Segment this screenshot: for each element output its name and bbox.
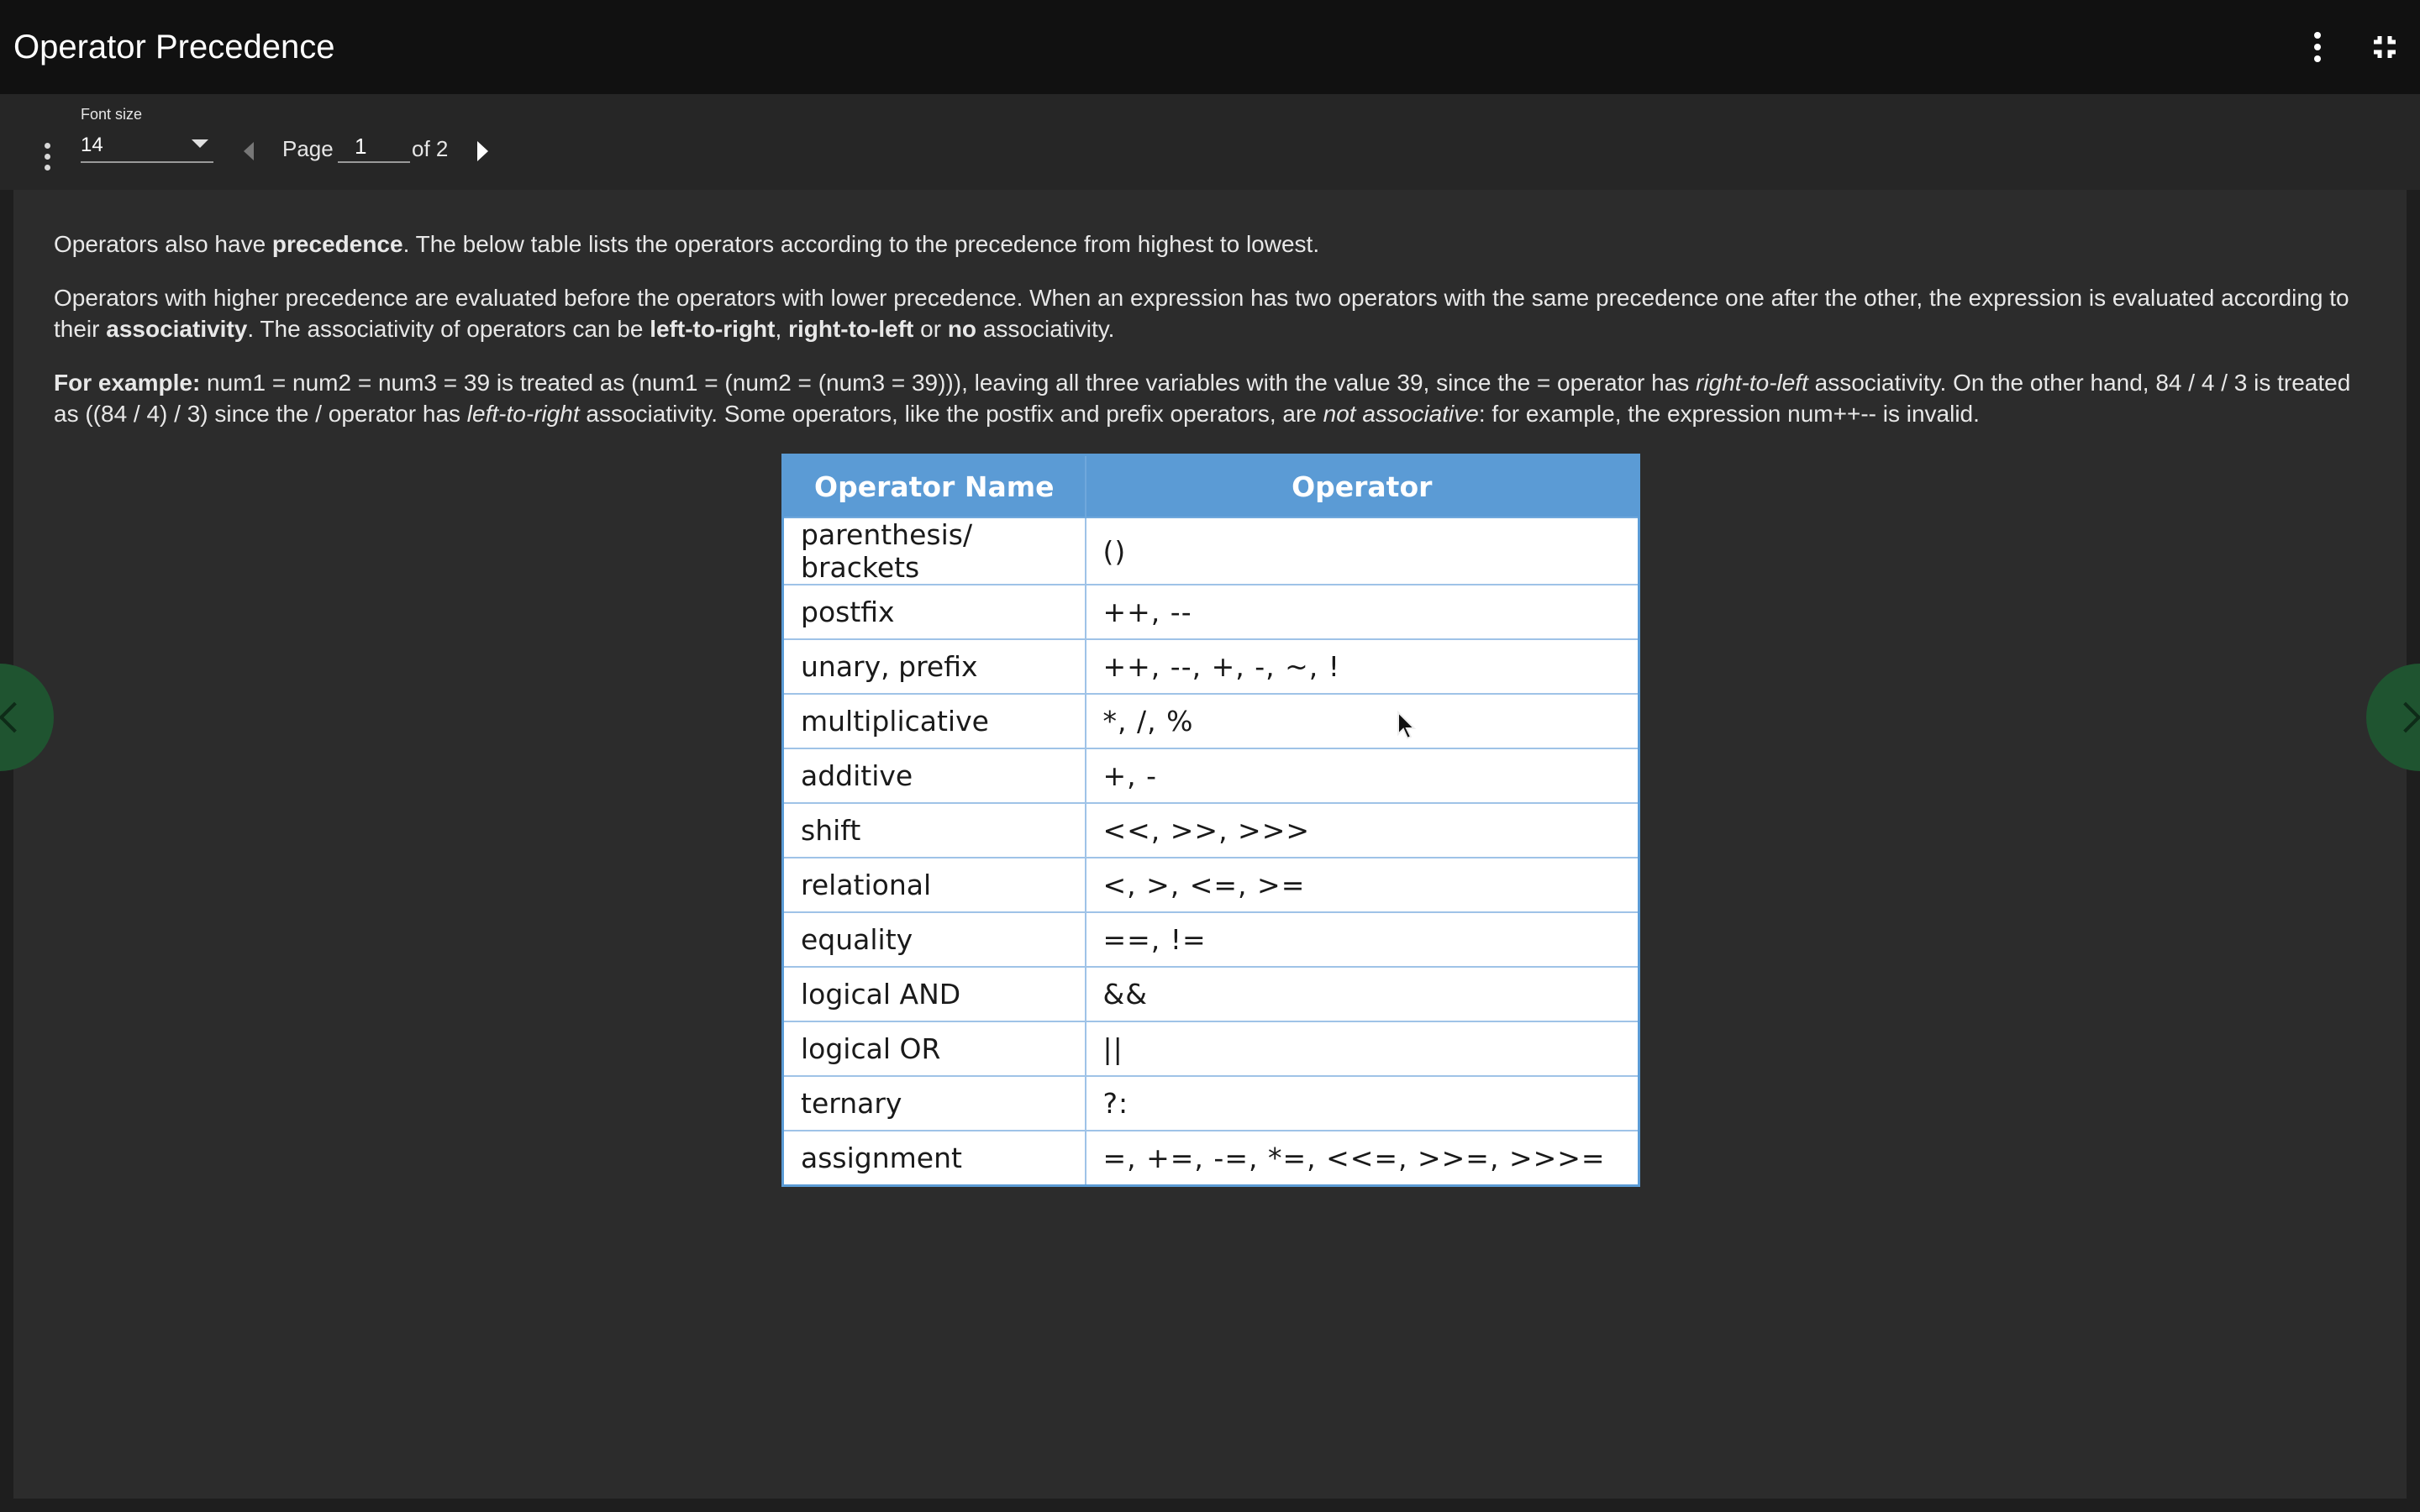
table-row: ternary?: — [781, 1075, 1640, 1131]
table-row: logical AND && — [781, 966, 1640, 1022]
operator-name-cell: logical AND — [781, 966, 1086, 1022]
operator-cell: && — [1084, 966, 1640, 1022]
text-span: or — [913, 316, 948, 342]
page-title: Operator Precedence — [13, 28, 335, 66]
table-row: parenthesis/ brackets() — [781, 517, 1640, 585]
table-row: assignment =, +=, -=, *=, <<=, >>=, >>>= — [781, 1130, 1640, 1186]
chevron-left-icon — [0, 701, 30, 733]
fullscreen-exit-icon — [2374, 36, 2396, 58]
caret-left-icon — [244, 142, 254, 160]
page-number-input[interactable] — [338, 131, 410, 163]
caret-right-icon — [476, 141, 488, 161]
operator-cell: +, - — [1084, 748, 1640, 804]
font-size-label: Font size — [81, 106, 143, 123]
bold-term: left-to-right — [650, 316, 776, 342]
operator-name-cell: additive — [781, 748, 1086, 804]
more-vertical-icon — [2314, 32, 2321, 62]
operator-cell: ++, --, +, -, ~, ! — [1084, 638, 1640, 695]
column-header-operator: Operator — [1084, 454, 1640, 518]
next-page-button[interactable] — [472, 138, 492, 165]
text-span: : for example, the expression num++-- is… — [1478, 401, 1980, 427]
paragraph-associativity: Operators with higher precedence are eva… — [54, 282, 2381, 344]
table-row: shift <<, >>, >>> — [781, 802, 1640, 858]
exit-fullscreen-button[interactable] — [2363, 25, 2407, 69]
operator-name-cell: relational — [781, 857, 1086, 913]
text-span: , — [775, 316, 789, 342]
chevron-right-icon — [2390, 701, 2420, 733]
mouse-cursor-icon — [1397, 711, 1417, 740]
operator-name-cell: ternary — [781, 1075, 1086, 1131]
more-vertical-icon — [44, 142, 50, 171]
table-row: logical OR || — [781, 1021, 1640, 1077]
operator-cell: =, +=, -=, *=, <<=, >>=, >>>= — [1084, 1130, 1640, 1186]
operator-precedence-table: Operator Name Operator parenthesis/ brac… — [781, 454, 1640, 1187]
paragraph-precedence: Operators also have precedence. The belo… — [54, 228, 2381, 260]
toolbar-menu-button[interactable] — [30, 134, 64, 178]
text-span: associativity. Some operators, like the … — [579, 401, 1323, 427]
operator-name-cell: parenthesis/ brackets — [781, 517, 1086, 585]
italic-term: left-to-right — [466, 401, 580, 427]
bold-term: precedence — [271, 231, 403, 257]
bold-term: For example: — [54, 370, 201, 396]
operator-name-cell: logical OR — [781, 1021, 1086, 1077]
bold-term: associativity — [106, 316, 248, 342]
operator-name-cell: multiplicative — [781, 693, 1086, 749]
text-span: . The below table lists the operators ac… — [402, 231, 1320, 257]
operator-cell: () — [1084, 517, 1640, 585]
operator-cell: || — [1084, 1021, 1640, 1077]
previous-page-button[interactable] — [239, 138, 259, 165]
document-page: Operators also have precedence. The belo… — [13, 190, 2407, 1499]
paragraph-example: For example: num1 = num2 = num3 = 39 is … — [54, 367, 2381, 429]
dropdown-arrow-icon — [192, 139, 208, 148]
table-row: multiplicative *, /, % — [781, 693, 1640, 749]
operator-cell: <, >, <=, >= — [1084, 857, 1640, 913]
column-header-operator-name: Operator Name — [781, 454, 1086, 518]
table-row: equality ==, != — [781, 911, 1640, 968]
table-row: relational <, >, <=, >= — [781, 857, 1640, 913]
operator-cell: ==, != — [1084, 911, 1640, 968]
text-span: num1 = num2 = num3 = 39 is treated as (n… — [200, 370, 1697, 396]
page-label: Page — [282, 136, 334, 161]
italic-term: not associative — [1323, 401, 1479, 427]
operator-name-cell: equality — [781, 911, 1086, 968]
app-header: Operator Precedence — [0, 0, 2420, 94]
reader-toolbar: Font size 14 Page of 2 — [0, 94, 2420, 190]
operator-cell: <<, >>, >>> — [1084, 802, 1640, 858]
table-row: additive +, - — [781, 748, 1640, 804]
bold-term: no — [947, 316, 977, 342]
operator-name-cell: shift — [781, 802, 1086, 858]
operator-cell: ++, -- — [1084, 584, 1640, 640]
text-span: associativity. — [976, 316, 1115, 342]
table-row: postfix ++, -- — [781, 584, 1640, 640]
operator-name-cell: unary, prefix — [781, 638, 1086, 695]
operator-name-cell: postfix — [781, 584, 1086, 640]
operator-name-cell: assignment — [781, 1130, 1086, 1186]
italic-term: right-to-left — [1696, 370, 1808, 396]
more-options-button[interactable] — [2296, 25, 2339, 69]
page-count: of 2 — [412, 136, 449, 161]
operator-cell: ?: — [1084, 1075, 1640, 1131]
text-span: Operators also have — [54, 231, 272, 257]
font-size-value: 14 — [81, 134, 103, 156]
text-span: . The associativity of operators can be — [247, 316, 650, 342]
font-size-select[interactable]: 14 — [81, 129, 213, 163]
document-content: Operators also have precedence. The belo… — [54, 228, 2381, 452]
table-header-row: Operator Name Operator — [781, 454, 1640, 518]
operator-cell: *, /, % — [1084, 693, 1640, 749]
bold-term: right-to-left — [788, 316, 914, 342]
table-row: unary, prefix ++, --, +, -, ~, ! — [781, 638, 1640, 695]
